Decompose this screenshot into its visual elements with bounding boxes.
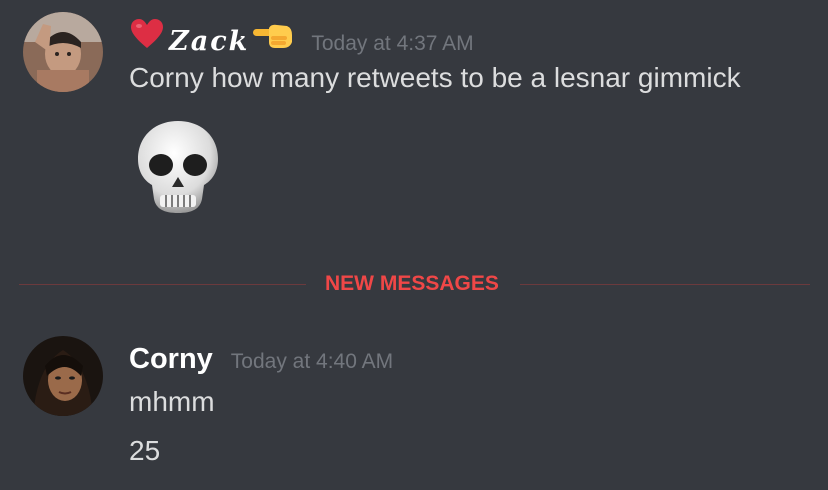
message-text: Corny how many retweets to be a lesnar g… [129, 62, 741, 93]
message-text: mhmm [129, 386, 215, 417]
skull-emoji-icon [136, 119, 220, 215]
username[interactable]: Zack [169, 26, 249, 57]
avatar[interactable] [23, 336, 103, 416]
new-messages-divider: NEW MESSAGES [19, 272, 810, 295]
avatar[interactable] [23, 12, 103, 92]
red-heart-icon [129, 18, 165, 55]
pointing-left-hand-icon [253, 20, 293, 55]
new-messages-label: NEW MESSAGES [325, 272, 499, 295]
divider-line-left [19, 284, 306, 285]
username[interactable]: Corny [129, 343, 213, 376]
timestamp: Today at 4:40 AM [230, 350, 394, 373]
message-text: 25 [129, 435, 161, 466]
message-header: Corny Today at 4:40 AM [129, 343, 393, 376]
message-header: Zack Today at 4:37 AM [129, 18, 474, 57]
divider-line-right [520, 284, 810, 285]
timestamp: Today at 4:37 AM [311, 32, 474, 55]
